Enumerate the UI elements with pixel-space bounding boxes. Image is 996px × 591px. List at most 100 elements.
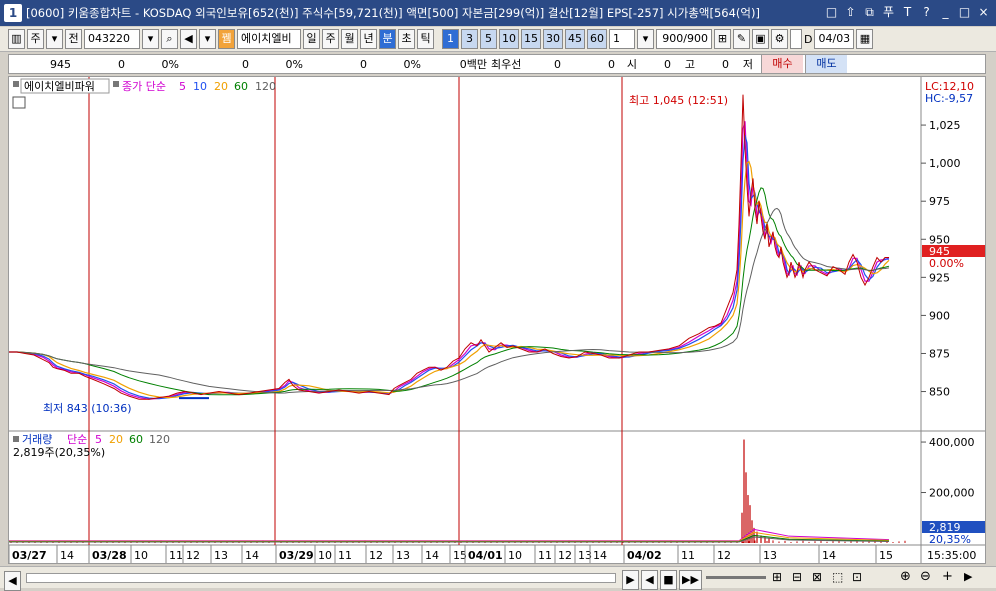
- price-tick-label: 900: [929, 309, 950, 322]
- stock-name-badge[interactable]: 뀀: [218, 29, 235, 49]
- add-icon[interactable]: +: [942, 569, 953, 584]
- fast-forward-icon[interactable]: ▶▶: [679, 570, 702, 590]
- volume-current-text: 2,819주(20,35%): [13, 446, 105, 459]
- chart-area[interactable]: 1,025 1,000 975 950 925 900 875 850 400,000 200,…: [8, 66, 986, 564]
- unit-input[interactable]: 1: [609, 29, 635, 49]
- app-icon[interactable]: 1: [4, 4, 22, 22]
- trade-amount: 0백만: [459, 58, 487, 71]
- period-day[interactable]: 일: [303, 29, 320, 49]
- high-annotation: 최고 1,045 (12:51): [629, 94, 728, 107]
- window-title: [0600] 키움종합차트 - KOSDAQ 외국인보유[652(천)] 주식수…: [26, 6, 760, 20]
- gear-icon[interactable]: ⚙: [771, 29, 788, 49]
- date-input[interactable]: 04/03: [814, 29, 855, 49]
- grid-table-icon[interactable]: [12, 96, 26, 109]
- restore-icon[interactable]: □: [823, 4, 840, 21]
- open-label: 시: [626, 58, 637, 71]
- font-icon[interactable]: T: [899, 4, 916, 21]
- scroll-track[interactable]: [26, 573, 616, 583]
- ma-10-label: 10: [193, 80, 207, 93]
- stop-icon[interactable]: ■: [660, 570, 677, 590]
- price-volume-chart[interactable]: 1,0251,000975950925900875850 400,000200,…: [8, 66, 985, 563]
- draw-icon[interactable]: ✎: [733, 29, 750, 49]
- x-tick-label: 03/27: [12, 549, 47, 562]
- period-week[interactable]: 주: [322, 29, 339, 49]
- minute-3[interactable]: 3: [461, 29, 478, 49]
- stock-code-input[interactable]: 043220: [84, 29, 140, 49]
- tool-icon-1[interactable]: ⊞: [772, 570, 782, 584]
- x-tick-label: 10: [508, 549, 522, 562]
- minute-10[interactable]: 10: [499, 29, 519, 49]
- tool-icon-3[interactable]: ⊠: [812, 570, 822, 584]
- push-icon[interactable]: 푸: [880, 4, 897, 21]
- price-tick-label: 975: [929, 195, 950, 208]
- period-tick[interactable]: 틱: [417, 29, 434, 49]
- ma-label: 종가 단순: [122, 80, 166, 93]
- x-tick-label: 10: [318, 549, 332, 562]
- prev-button[interactable]: 전: [65, 29, 82, 49]
- zoom-in-icon[interactable]: ⊕: [900, 569, 911, 584]
- minimize-icon[interactable]: _: [937, 4, 954, 21]
- hc-text: HC:-9,57: [925, 92, 973, 105]
- speaker-dropdown-icon[interactable]: ▾: [199, 29, 216, 49]
- minute-1[interactable]: 1: [442, 29, 459, 49]
- x-tick-label: 03/28: [92, 549, 127, 562]
- scroll-right-icon[interactable]: ▶: [622, 570, 639, 590]
- next-icon[interactable]: ▶: [964, 570, 972, 583]
- scroll-back-icon[interactable]: ◀: [641, 570, 658, 590]
- date-checkbox[interactable]: [790, 29, 802, 49]
- x-tick-label: 10: [134, 549, 148, 562]
- pin-icon[interactable]: ⇧: [842, 4, 859, 21]
- low-annotation: 최저 843 (10:36): [43, 402, 132, 415]
- unit-dropdown-icon[interactable]: ▾: [637, 29, 654, 49]
- minute-5[interactable]: 5: [480, 29, 497, 49]
- x-tick-label: 03/29: [279, 549, 314, 562]
- period-minute[interactable]: 분: [379, 29, 396, 49]
- share-icon[interactable]: ⧉: [861, 4, 878, 21]
- zoom-out-icon[interactable]: ⊖: [920, 569, 931, 584]
- tool-icon-5[interactable]: ⊡: [852, 570, 862, 584]
- sell-button[interactable]: 매도: [805, 55, 847, 73]
- maximize-icon[interactable]: □: [956, 4, 973, 21]
- calendar-icon[interactable]: ▦: [856, 29, 874, 49]
- buy-button[interactable]: 매수: [761, 55, 803, 73]
- market-dropdown-icon[interactable]: ▾: [46, 29, 63, 49]
- period-month[interactable]: 월: [341, 29, 358, 49]
- search-icon[interactable]: ⌕: [161, 29, 178, 49]
- tool-icon-4[interactable]: ⬚: [832, 570, 843, 584]
- current-pct-label: 0.00%: [929, 257, 964, 270]
- period-year[interactable]: 년: [360, 29, 377, 49]
- count-input[interactable]: 900/900: [656, 29, 712, 49]
- help-icon[interactable]: ?: [918, 4, 935, 21]
- ma-20-label: 20: [214, 80, 228, 93]
- best-buy: 0: [608, 57, 615, 71]
- title-bar: 1 [0600] 키움종합차트 - KOSDAQ 외국인보유[652(천)] 주…: [0, 0, 996, 26]
- minute-30[interactable]: 30: [543, 29, 563, 49]
- stock-label: 에이치엘비파워: [24, 80, 95, 93]
- minute-45[interactable]: 45: [565, 29, 585, 49]
- x-tick-label: 14: [425, 549, 439, 562]
- x-tick-label: 12: [558, 549, 572, 562]
- period-second[interactable]: 초: [398, 29, 415, 49]
- speaker-icon[interactable]: ◀: [180, 29, 197, 49]
- price-change: 0: [118, 57, 125, 71]
- minute-15[interactable]: 15: [521, 29, 541, 49]
- low-label: 저: [742, 58, 753, 71]
- stock-name: 에이치엘비: [237, 29, 301, 49]
- save-icon[interactable]: ▣: [752, 29, 769, 49]
- scroll-left-icon[interactable]: ◀: [4, 571, 21, 591]
- zoom-slider[interactable]: [706, 576, 766, 579]
- code-dropdown-icon[interactable]: ▾: [142, 29, 159, 49]
- indicator-icon[interactable]: ⊞: [714, 29, 731, 49]
- tool-icon-2[interactable]: ⊟: [792, 570, 802, 584]
- legend-marker: [13, 81, 19, 87]
- market-button[interactable]: 주: [27, 29, 44, 49]
- x-tick-label: 15: [879, 549, 893, 562]
- close-icon[interactable]: ×: [975, 4, 992, 21]
- high-label: 고: [684, 58, 695, 71]
- minute-60[interactable]: 60: [587, 29, 607, 49]
- x-tick-label: 11: [538, 549, 552, 562]
- moving-average-line: [9, 135, 889, 400]
- ma-120-label: 120: [255, 80, 276, 93]
- x-tick-label: 11: [169, 549, 183, 562]
- layout-icon[interactable]: ▥: [8, 29, 25, 49]
